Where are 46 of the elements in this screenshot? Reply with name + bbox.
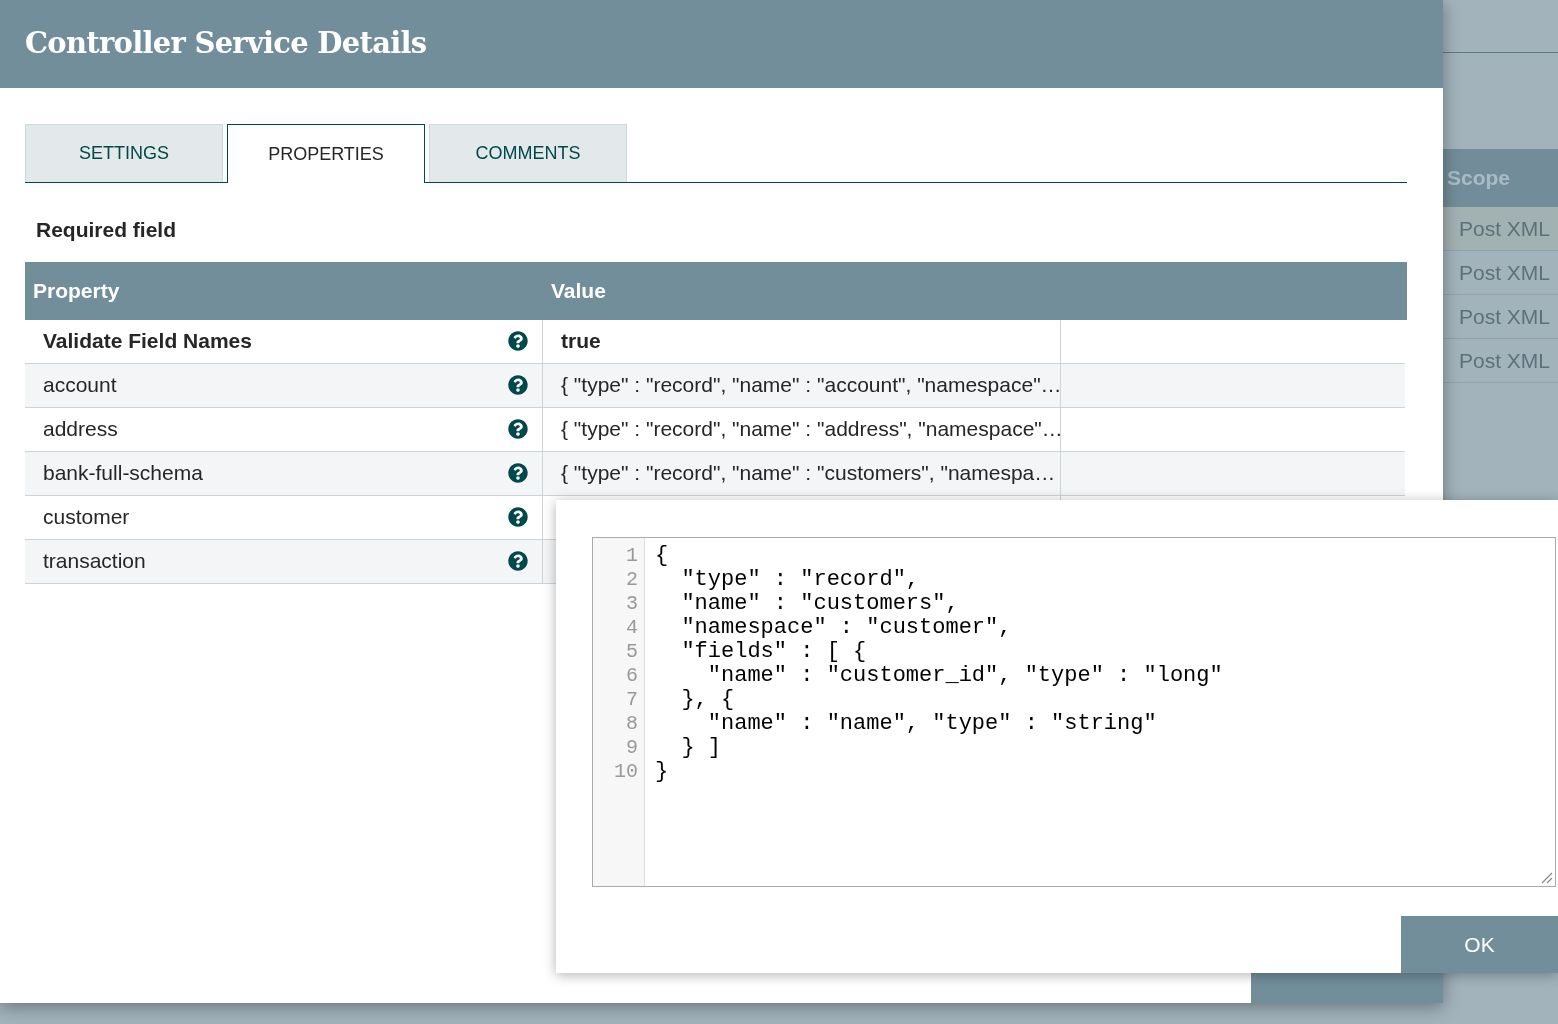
table-cell: Post XML xyxy=(1443,207,1558,251)
line-number: 1 xyxy=(626,544,638,568)
code-line: { xyxy=(655,544,670,568)
help-icon[interactable] xyxy=(508,551,528,571)
help-icon[interactable] xyxy=(508,463,528,483)
code-editor[interactable]: 1 2 3 4 5 6 7 8 9 10 { "type" : "record", "name" : "customers", "namespace" : "customer", "fields" : [ { "name" : "customer_id", "type" : "long" }, { "name" : "name", "type" : "string" } ] } xyxy=(592,537,1556,887)
table-cell-text: { "type" : "record", "name" : "account", "namespace"… xyxy=(561,372,1062,399)
table-cell-text: transaction xyxy=(43,548,146,575)
line-number: 4 xyxy=(626,616,638,640)
line-number: 10 xyxy=(614,760,638,784)
table-cell-text: address xyxy=(43,416,118,443)
line-number: 8 xyxy=(626,712,638,736)
tab[interactable]: SETTINGS xyxy=(25,124,223,182)
resize-handle-icon[interactable] xyxy=(1539,870,1553,884)
line-number: 5 xyxy=(626,640,638,664)
table-cell-text: customer xyxy=(43,504,130,531)
table-cell-text: { "type" : "record", "name" : "address", "namespace"… xyxy=(561,416,1063,443)
column-header: Value xyxy=(550,277,606,304)
code-line: }, { xyxy=(680,688,736,712)
code-line: } xyxy=(655,760,670,784)
code-line: "name" : "customers", xyxy=(680,592,960,616)
line-number: 7 xyxy=(626,688,638,712)
tab[interactable]: PROPERTIES xyxy=(227,124,425,183)
line-number: 6 xyxy=(626,664,638,688)
help-icon[interactable] xyxy=(508,331,528,351)
table-cell-text: account xyxy=(43,372,117,399)
help-icon[interactable] xyxy=(508,507,528,527)
line-number: 9 xyxy=(626,736,638,760)
code-line: "type" : "record", xyxy=(680,568,921,592)
help-icon[interactable] xyxy=(508,419,528,439)
tab[interactable]: COMMENTS xyxy=(429,124,627,182)
code-line: "namespace" : "customer", xyxy=(680,616,1013,640)
table-cell-text: true xyxy=(561,328,601,355)
required-note: Required field xyxy=(36,217,177,243)
help-icon[interactable] xyxy=(508,375,528,395)
code-line: "name" : "name", "type" : "string" xyxy=(706,712,1158,736)
column-header: Property xyxy=(32,277,121,304)
line-number: 3 xyxy=(626,592,638,616)
dialog-title: Controller Service Details xyxy=(25,25,427,63)
code-line: "name" : "customer_id", "type" : "long" xyxy=(706,664,1223,688)
code-line: "fields" : [ { xyxy=(680,640,868,664)
table-cell-text: bank-full-schema xyxy=(43,460,203,487)
code-line: } ] xyxy=(680,736,722,760)
table-cell-text: Validate Field Names xyxy=(43,328,252,355)
line-number: 2 xyxy=(626,568,638,592)
table-cell-text: { "type" : "record", "name" : "customers", "namespa… xyxy=(561,460,1056,487)
